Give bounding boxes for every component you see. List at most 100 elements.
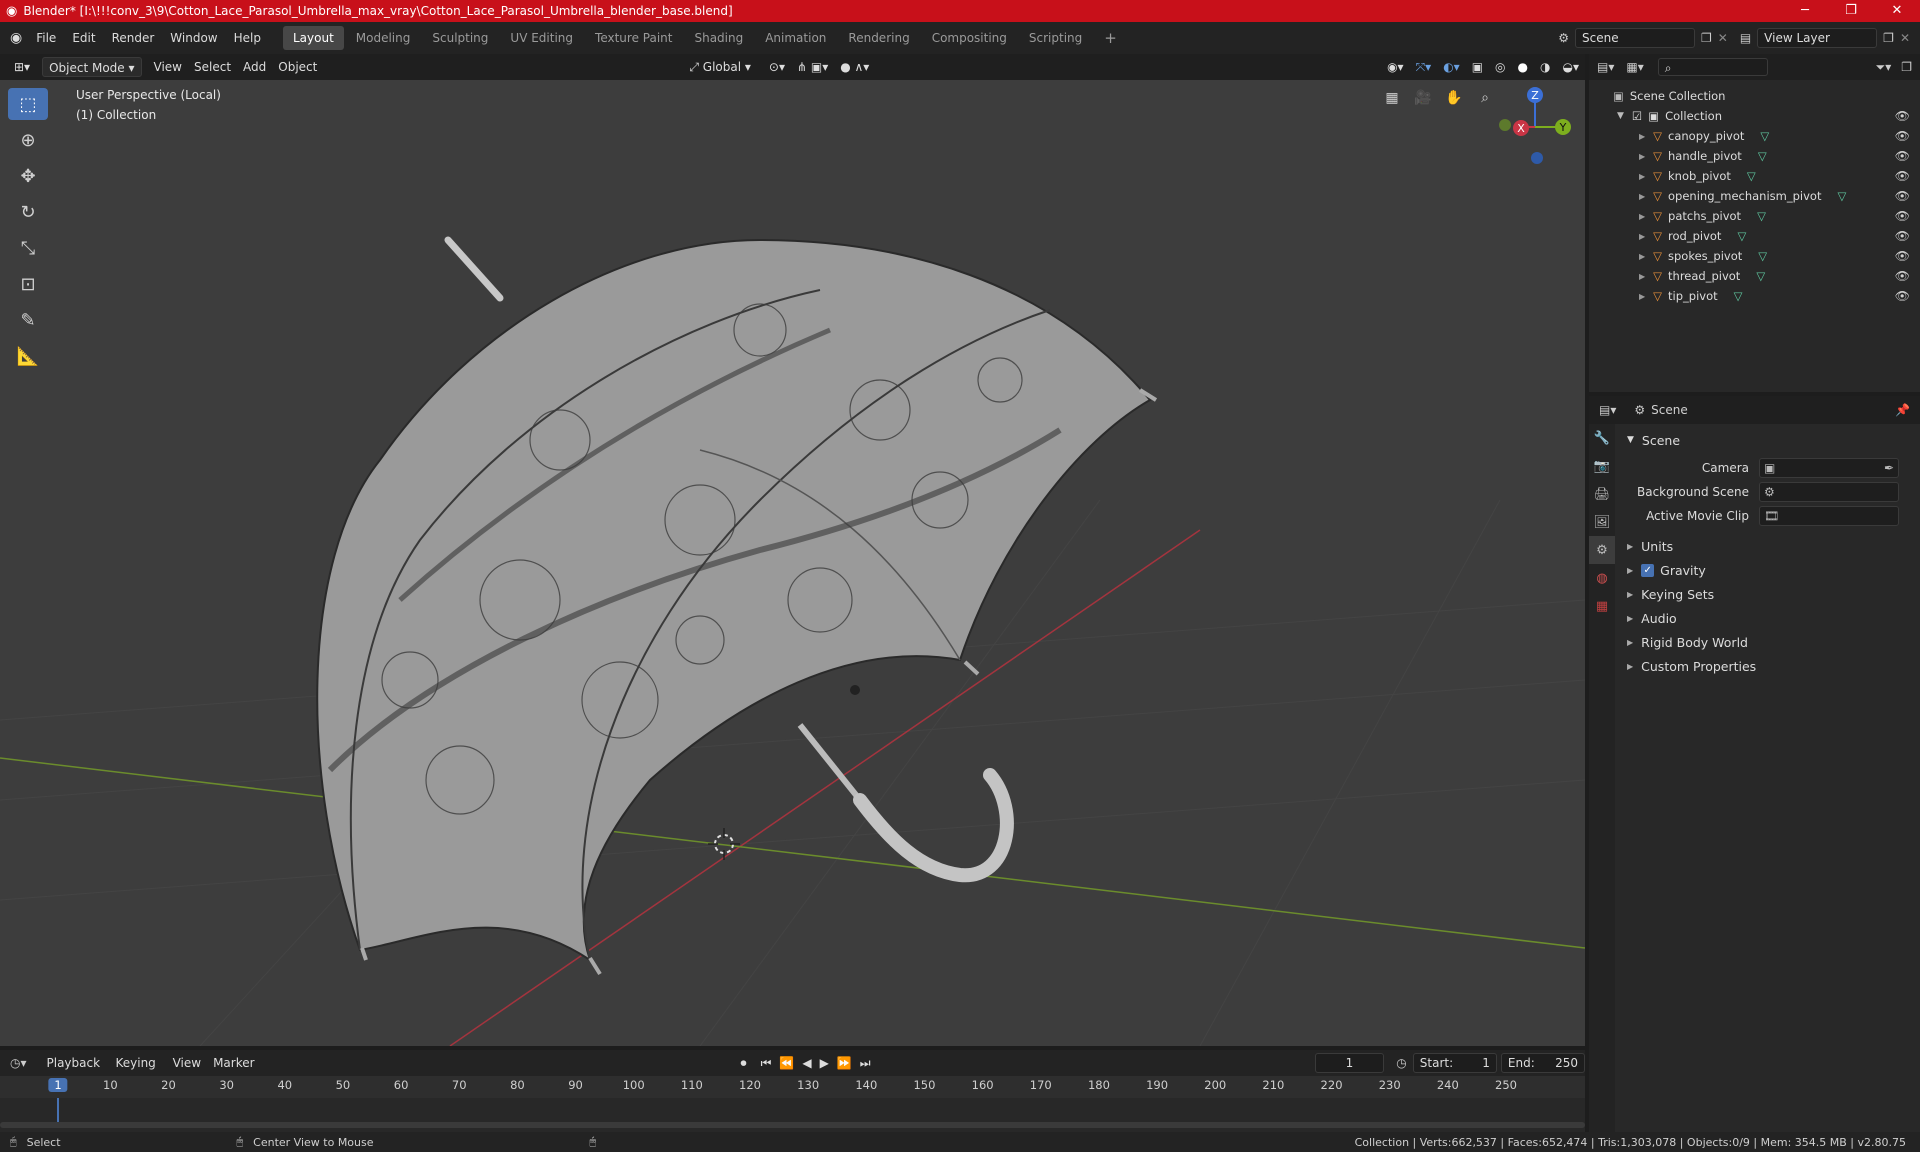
exclude-checkbox-icon[interactable]: ☑ bbox=[1632, 109, 1642, 123]
tab-shading[interactable]: Shading bbox=[684, 26, 753, 50]
expand-arrow-icon[interactable]: ▶ bbox=[1639, 292, 1645, 301]
end-frame-field[interactable]: End: 250 bbox=[1500, 1053, 1585, 1073]
xray-icon[interactable]: ▣ bbox=[1466, 57, 1489, 77]
3d-cursor-icon[interactable] bbox=[708, 828, 740, 860]
pan-hand-icon[interactable]: ✋ bbox=[1440, 84, 1468, 112]
scale-tool-icon[interactable]: ⤡ bbox=[8, 232, 48, 264]
tool-tab-icon[interactable]: 🔧 bbox=[1589, 424, 1615, 452]
tab-compositing[interactable]: Compositing bbox=[922, 26, 1017, 50]
rotate-tool-icon[interactable]: ↻ bbox=[8, 196, 48, 228]
transform-tool-icon[interactable]: ⊡ bbox=[8, 268, 48, 300]
eye-icon[interactable]: 👁 bbox=[1895, 189, 1910, 203]
preview-range-icon[interactable]: ◷ bbox=[1396, 1056, 1406, 1070]
eyedropper-icon[interactable]: ✒ bbox=[1884, 461, 1894, 475]
jump-prev-keyframe-icon[interactable]: ⏪ bbox=[779, 1056, 794, 1070]
snap-icon[interactable]: ⋔ ▣▾ bbox=[791, 57, 834, 77]
subsection-header[interactable]: ▶ Rigid Body World bbox=[1619, 630, 1919, 654]
current-frame-field[interactable]: 1 bbox=[1314, 1053, 1385, 1073]
gizmo-toggle-icon[interactable]: ⤧▾ bbox=[1410, 57, 1438, 77]
editor-type-icon[interactable]: ⊞▾ bbox=[8, 57, 36, 77]
mesh-data-icon[interactable]: ▽ bbox=[1760, 129, 1769, 143]
menu-timeline-view[interactable]: View bbox=[167, 1053, 207, 1073]
expand-arrow-icon[interactable]: ▶ bbox=[1639, 272, 1645, 281]
jump-start-icon[interactable]: ⏮ bbox=[761, 1056, 772, 1071]
scene-tab-icon[interactable]: ⚙ bbox=[1589, 536, 1615, 564]
umbrella-rod[interactable] bbox=[797, 723, 863, 802]
shading-solid-icon[interactable]: ● bbox=[1512, 57, 1534, 77]
menu-playback[interactable]: Playback ▾ bbox=[41, 1053, 110, 1090]
delete-scene-icon[interactable]: ✕ bbox=[1718, 31, 1728, 45]
collapse-icon[interactable]: ▼ bbox=[1617, 111, 1624, 121]
mesh-data-icon[interactable]: ▽ bbox=[1734, 289, 1743, 303]
subsection-header[interactable]: ▶ Custom Properties bbox=[1619, 654, 1919, 678]
outliner-item[interactable]: ▶ ▽ knob_pivot ▽ 👁 bbox=[1589, 166, 1920, 186]
menu-marker[interactable]: Marker bbox=[207, 1053, 260, 1073]
menu-window[interactable]: Window bbox=[162, 22, 225, 54]
menu-help[interactable]: Help bbox=[226, 22, 269, 54]
outliner-search-input[interactable]: ⌕ bbox=[1657, 58, 1768, 76]
select-box-icon[interactable]: ⬚ bbox=[8, 88, 48, 120]
expand-arrow-icon[interactable]: ▶ bbox=[1639, 152, 1645, 161]
tab-modeling[interactable]: Modeling bbox=[346, 26, 421, 50]
background-scene-field[interactable]: ⚙ bbox=[1759, 482, 1899, 502]
zoom-icon[interactable]: ⌕ bbox=[1471, 84, 1499, 112]
expand-arrow-icon[interactable]: ▶ bbox=[1639, 252, 1645, 261]
play-reverse-icon[interactable]: ◀ bbox=[802, 1056, 811, 1070]
umbrella-tip[interactable] bbox=[444, 236, 504, 302]
measure-tool-icon[interactable]: 📐 bbox=[8, 340, 48, 372]
menu-keying[interactable]: Keying ▾ bbox=[109, 1053, 166, 1090]
blender-menu-icon[interactable]: ◉ bbox=[10, 30, 22, 46]
active-movie-clip-field[interactable]: 🎞 bbox=[1759, 506, 1899, 526]
umbrella-knob[interactable] bbox=[850, 685, 860, 695]
outliner-editor-type-icon[interactable]: ▤▾ bbox=[1597, 60, 1614, 74]
new-collection-icon[interactable]: ❐ bbox=[1901, 60, 1912, 74]
menu-object[interactable]: Object bbox=[272, 57, 323, 77]
add-workspace-button[interactable]: + bbox=[1094, 26, 1127, 50]
eye-icon[interactable]: 👁 bbox=[1895, 149, 1910, 163]
outliner-item[interactable]: ▶ ▽ spokes_pivot ▽ 👁 bbox=[1589, 246, 1920, 266]
maximize-button[interactable]: ❐ bbox=[1828, 0, 1874, 22]
new-view-layer-icon[interactable]: ❐ bbox=[1883, 31, 1894, 45]
3d-viewport[interactable]: Z Y X bbox=[0, 80, 1585, 1046]
outliner-collection[interactable]: ▼ ☑ ▣ Collection 👁 bbox=[1589, 106, 1920, 126]
render-tab-icon[interactable]: 📷 bbox=[1589, 452, 1615, 480]
outliner-item[interactable]: ▶ ▽ rod_pivot ▽ 👁 bbox=[1589, 226, 1920, 246]
shading-rendered-icon[interactable]: ◒▾ bbox=[1557, 57, 1586, 77]
scene-browse-icon[interactable]: ⚙ bbox=[1558, 31, 1569, 45]
eye-icon[interactable]: 👁 bbox=[1895, 249, 1910, 263]
jump-end-icon[interactable]: ⏭ bbox=[860, 1056, 871, 1071]
tab-sculpting[interactable]: Sculpting bbox=[422, 26, 498, 50]
jump-next-keyframe-icon[interactable]: ⏩ bbox=[837, 1056, 852, 1070]
tab-rendering[interactable]: Rendering bbox=[838, 26, 919, 50]
eye-icon[interactable]: 👁 bbox=[1895, 229, 1910, 243]
play-icon[interactable]: ▶ bbox=[820, 1056, 829, 1070]
shading-wireframe-icon[interactable]: ◎ bbox=[1489, 57, 1511, 77]
toggle-grid-icon[interactable]: ▦ bbox=[1378, 84, 1406, 112]
mesh-data-icon[interactable]: ▽ bbox=[1747, 169, 1756, 183]
outliner-item[interactable]: ▶ ▽ tip_pivot ▽ 👁 bbox=[1589, 286, 1920, 306]
menu-select[interactable]: Select bbox=[188, 57, 237, 77]
outliner-item[interactable]: ▶ ▽ canopy_pivot ▽ 👁 bbox=[1589, 126, 1920, 146]
mesh-data-icon[interactable]: ▽ bbox=[1837, 189, 1846, 203]
subsection-header[interactable]: ▶ Keying Sets bbox=[1619, 582, 1919, 606]
menu-add[interactable]: Add bbox=[237, 57, 272, 77]
mesh-data-icon[interactable]: ▽ bbox=[1756, 269, 1765, 283]
view-layer-browse-icon[interactable]: ▤ bbox=[1740, 31, 1751, 45]
subsection-header[interactable]: ▶ Audio bbox=[1619, 606, 1919, 630]
mesh-data-icon[interactable]: ▽ bbox=[1758, 249, 1767, 263]
expand-arrow-icon[interactable]: ▶ bbox=[1639, 172, 1645, 181]
tab-scripting[interactable]: Scripting bbox=[1019, 26, 1092, 50]
texture-tab-icon[interactable]: ▦ bbox=[1589, 592, 1615, 620]
start-frame-field[interactable]: Start: 1 bbox=[1412, 1053, 1497, 1073]
scene-section-header[interactable]: ▼ Scene bbox=[1619, 428, 1919, 452]
timeline-scrollbar[interactable] bbox=[0, 1122, 1585, 1128]
tab-layout[interactable]: Layout bbox=[282, 26, 344, 50]
menu-render[interactable]: Render bbox=[104, 22, 163, 54]
view-layer-field[interactable]: View Layer bbox=[1757, 28, 1878, 48]
menu-view[interactable]: View bbox=[148, 57, 188, 77]
mesh-data-icon[interactable]: ▽ bbox=[1737, 229, 1746, 243]
eye-icon[interactable]: 👁 bbox=[1895, 109, 1910, 123]
tab-animation[interactable]: Animation bbox=[755, 26, 836, 50]
expand-arrow-icon[interactable]: ▶ bbox=[1639, 232, 1645, 241]
eye-icon[interactable]: 👁 bbox=[1895, 269, 1910, 283]
